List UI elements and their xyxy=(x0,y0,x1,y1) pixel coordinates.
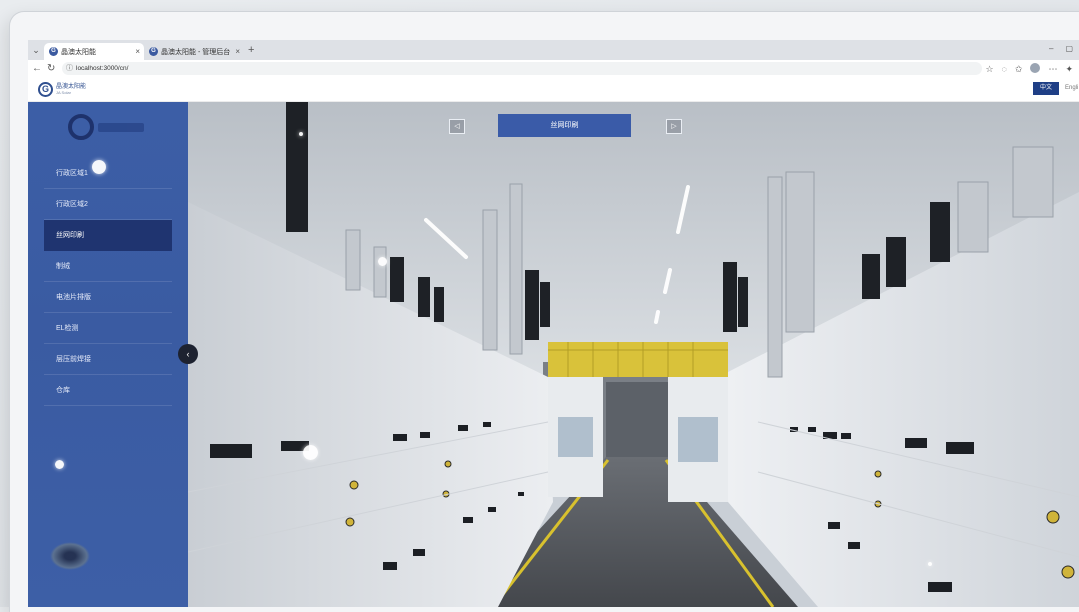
window-controls: – ▢ xyxy=(1049,44,1073,53)
copilot-icon[interactable]: ✦ xyxy=(1065,63,1073,75)
close-tab-icon[interactable]: × xyxy=(235,47,240,56)
panorama-hotspot[interactable] xyxy=(303,445,318,460)
sidebar-item-admin-area-2[interactable]: 行政区域2 xyxy=(44,189,172,220)
favorites-icon[interactable]: ✩ xyxy=(1015,63,1023,75)
site-logo[interactable]: G 晶澳太阳能 JA Solar xyxy=(38,82,86,97)
floor-marker-decoration xyxy=(50,542,90,570)
url-text: localhost:3000/cn/ xyxy=(76,65,129,72)
address-bar: ← ↻ ⓘ localhost:3000/cn/ ☆ ◌ ✩ ⋯ ✦ xyxy=(28,60,1079,79)
panorama-hotspot[interactable] xyxy=(378,257,387,266)
sidebar: 行政区域1 行政区域2 丝网印刷 制绒 电池片排版 EL检测 层压前焊接 仓库 xyxy=(28,102,188,607)
sidebar-item-el-inspection[interactable]: EL检测 xyxy=(44,313,172,344)
site-header: G 晶澳太阳能 JA Solar 中文 Engli xyxy=(28,78,1079,102)
sidebar-collapse-button[interactable]: ‹ xyxy=(178,344,198,364)
browser-toolbar: ☆ ◌ ✩ ⋯ ✦ xyxy=(985,63,1073,75)
logo-sub: JA Solar xyxy=(56,89,71,95)
tab-title: 晶澳太阳能 xyxy=(61,48,96,56)
next-scene-button[interactable]: ▷ xyxy=(666,119,682,134)
minimize-icon[interactable]: – xyxy=(1049,44,1053,53)
tab-admin[interactable]: G 晶澳太阳能 - 管理后台 × xyxy=(144,43,244,60)
panorama-hotspot[interactable] xyxy=(928,562,932,566)
language-chinese-button[interactable]: 中文 xyxy=(1033,82,1059,95)
panorama-hotspot[interactable] xyxy=(299,132,303,136)
previous-scene-button[interactable]: ◁ xyxy=(449,119,465,134)
panorama-hotspot[interactable] xyxy=(92,160,106,174)
maximize-icon[interactable]: ▢ xyxy=(1065,44,1073,53)
url-input[interactable]: ⓘ localhost:3000/cn/ xyxy=(62,62,982,75)
panorama-viewer[interactable]: 行政区域1 行政区域2 丝网印刷 制绒 电池片排版 EL检测 层压前焊接 仓库 … xyxy=(28,102,1079,607)
site-favicon-icon: G xyxy=(149,47,158,56)
sidebar-item-texturing[interactable]: 制绒 xyxy=(44,251,172,282)
site-info-icon[interactable]: ⓘ xyxy=(66,62,73,75)
new-tab-button[interactable]: + xyxy=(248,44,254,56)
panorama-hotspot[interactable] xyxy=(55,460,64,469)
sidebar-item-pre-lamination-welding[interactable]: 层压前焊接 xyxy=(44,344,172,375)
extension-icon[interactable]: ◌ xyxy=(1002,63,1007,75)
sidebar-brand-logo xyxy=(68,114,144,140)
tab-title: 晶澳太阳能 - 管理后台 xyxy=(161,48,231,56)
sidebar-item-warehouse[interactable]: 仓库 xyxy=(44,375,172,406)
sidebar-item-admin-area-1[interactable]: 行政区域1 xyxy=(44,158,172,189)
sidebar-item-cell-layout[interactable]: 电池片排版 xyxy=(44,282,172,313)
tab-main-site[interactable]: G 晶澳太阳能 × xyxy=(44,43,144,60)
tab-strip: ⌄ G 晶澳太阳能 × G 晶澳太阳能 - 管理后台 × + – ▢ xyxy=(28,40,1079,60)
logo-name: 晶澳太阳能 xyxy=(56,83,87,90)
sidebar-item-screen-printing[interactable]: 丝网印刷 xyxy=(44,220,172,251)
profile-avatar[interactable] xyxy=(1030,63,1041,73)
scene-menu: 行政区域1 行政区域2 丝网印刷 制绒 电池片排版 EL检测 层压前焊接 仓库 xyxy=(44,158,172,406)
scene-title: 丝网印刷 xyxy=(498,114,631,137)
browser-window: ⌄ G 晶澳太阳能 × G 晶澳太阳能 - 管理后台 × + – ▢ ← ↻ ⓘ… xyxy=(28,40,1079,607)
tab-search-dropdown-icon[interactable]: ⌄ xyxy=(30,44,42,56)
brand-mark-icon xyxy=(68,114,94,140)
bookmark-star-icon[interactable]: ☆ xyxy=(985,63,993,75)
close-tab-icon[interactable]: × xyxy=(135,47,140,56)
logo-text: 晶澳太阳能 JA Solar xyxy=(56,84,86,96)
site-favicon-icon: G xyxy=(49,47,58,56)
logo-mark-icon: G xyxy=(38,82,53,97)
reload-icon[interactable]: ↻ xyxy=(47,63,55,75)
more-menu-icon[interactable]: ⋯ xyxy=(1048,63,1057,75)
back-icon[interactable]: ← xyxy=(32,63,42,75)
language-english-button[interactable]: Engli xyxy=(1065,82,1078,95)
